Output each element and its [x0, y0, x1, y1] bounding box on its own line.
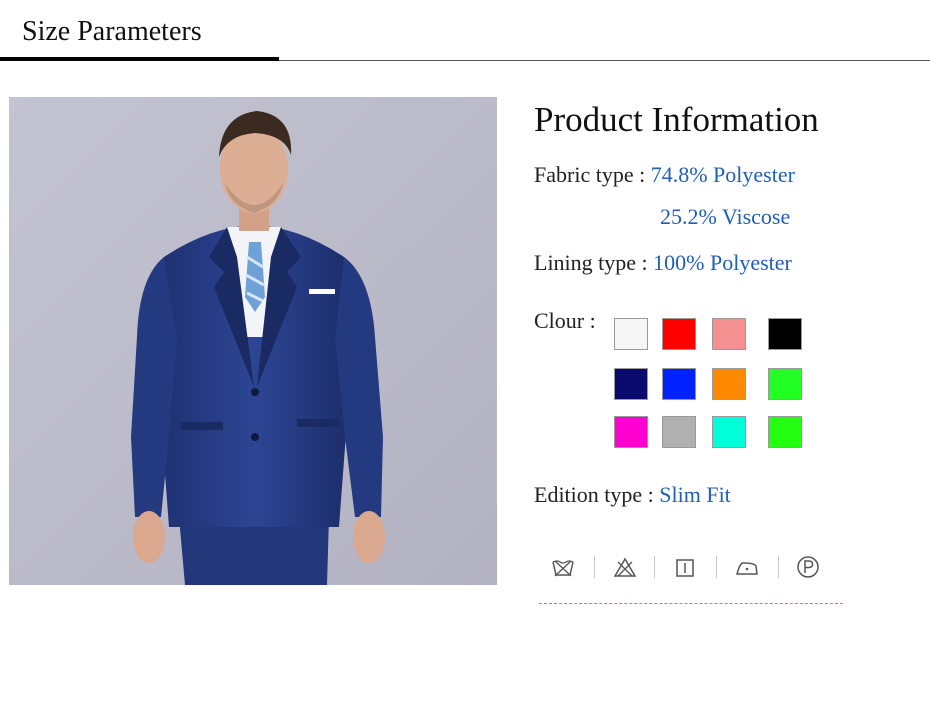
- colour-label: Clour :: [534, 308, 596, 333]
- dry-clean-p-icon: [793, 552, 823, 582]
- colour-swatch[interactable]: [712, 368, 746, 400]
- tumble-dry-icon: [670, 552, 700, 582]
- colour-swatch[interactable]: [768, 416, 802, 448]
- colour-swatch[interactable]: [662, 318, 696, 350]
- care-separator: [778, 556, 779, 578]
- colour-swatch[interactable]: [768, 318, 802, 350]
- do-not-bleach-icon: [610, 552, 640, 582]
- lining-type-row: Lining type : 100% Polyester: [534, 250, 792, 276]
- header-accent-bar: [0, 57, 279, 61]
- fabric-type-row: Fabric type : 74.8% Polyester: [534, 162, 795, 188]
- lining-type-label: Lining type :: [534, 250, 648, 275]
- iron-icon: [732, 552, 762, 582]
- colour-swatch[interactable]: [712, 318, 746, 350]
- fabric-type-value-1: 74.8% Polyester: [650, 162, 795, 187]
- care-instructions: [540, 548, 840, 588]
- edition-type-value: Slim Fit: [659, 482, 731, 507]
- edition-type-label: Edition type :: [534, 482, 654, 507]
- dashed-divider: [539, 603, 843, 604]
- fabric-type-value-2: 25.2% Viscose: [660, 204, 791, 229]
- colour-swatch[interactable]: [614, 318, 648, 350]
- care-separator: [716, 556, 717, 578]
- colour-swatch[interactable]: [768, 368, 802, 400]
- do-not-wash-icon: [548, 552, 578, 582]
- care-separator: [594, 556, 595, 578]
- fabric-type-label: Fabric type :: [534, 162, 646, 187]
- colour-swatch-grid: [614, 318, 806, 452]
- page-title: Size Parameters: [22, 16, 202, 47]
- colour-swatch[interactable]: [662, 416, 696, 448]
- colour-swatch[interactable]: [662, 368, 696, 400]
- colour-swatch[interactable]: [614, 368, 648, 400]
- lining-type-value: 100% Polyester: [653, 250, 792, 275]
- care-separator: [654, 556, 655, 578]
- edition-type-row: Edition type : Slim Fit: [534, 482, 731, 508]
- suit-model-illustration: [9, 97, 497, 585]
- product-info-title: Product Information: [534, 100, 819, 139]
- colour-swatch[interactable]: [712, 416, 746, 448]
- colour-swatch[interactable]: [614, 416, 648, 448]
- product-photo: [9, 97, 497, 585]
